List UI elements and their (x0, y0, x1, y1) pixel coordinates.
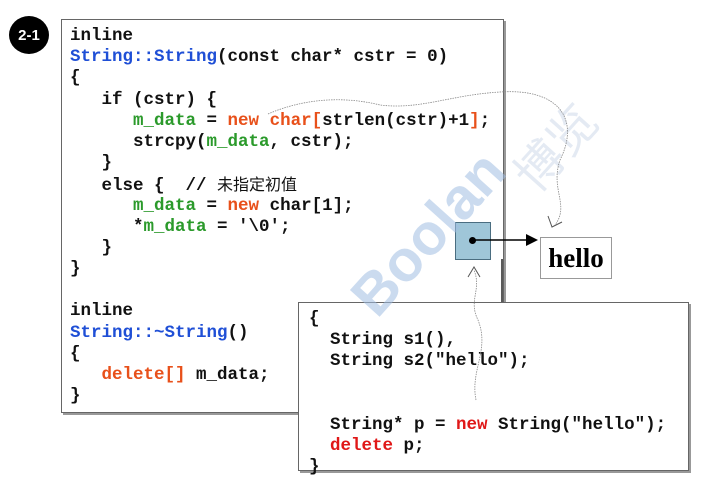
code-token: } (70, 386, 81, 407)
code-token: new (227, 110, 260, 131)
code-line: String s2("hello"); (309, 351, 666, 372)
code-token: m_data (143, 216, 207, 237)
code-token: String::String (70, 47, 218, 68)
code-token: strlen(cstr)+1 (322, 110, 470, 131)
code-token: ] (469, 110, 480, 131)
code-line: String s1(), (309, 330, 666, 351)
code-line: } (70, 259, 490, 280)
pointer-cell (455, 222, 491, 260)
code-token: if (cstr) { (70, 89, 218, 110)
code-token: String s2("hello"); (309, 351, 530, 372)
code-token: ; (479, 110, 491, 131)
code-line: strcpy(m_data, cstr); (70, 132, 490, 153)
pointer-dot (469, 237, 476, 244)
code-token: String::~String (70, 322, 228, 343)
code-token: String s1(), (309, 330, 457, 351)
code-token: String("hello"); (487, 414, 667, 435)
code-token: inline (70, 301, 134, 322)
code-line: inline (70, 26, 490, 47)
code-line: delete p; (309, 436, 666, 457)
code-token: m_data (206, 131, 270, 152)
code-line: if (cstr) { (70, 90, 490, 111)
code-line: m_data = new char[1]; (70, 196, 490, 217)
code-token: strcpy( (70, 131, 207, 152)
code-token: else { // (70, 176, 218, 197)
code-line: else { // 未指定初值 (70, 174, 490, 197)
code-token: * (70, 216, 144, 237)
code-line: { (70, 68, 490, 89)
code-line: { (309, 309, 666, 330)
code-token: inline (70, 26, 134, 46)
code-line: String::String(const char* cstr = 0) (70, 47, 490, 68)
code-token: { (70, 68, 81, 89)
code-token: String* p = (309, 414, 457, 435)
code-token: = (196, 195, 228, 216)
code-block: { String s1(), String s2("hello"); Strin… (309, 309, 666, 479)
code-token: m_data; (185, 365, 270, 385)
code-token: } (70, 237, 113, 258)
code-token: } (70, 153, 113, 174)
code-token: delete (330, 436, 394, 457)
code-token: { (309, 309, 320, 329)
code-line: *m_data = '\0'; (70, 217, 490, 238)
code-token: 未指定初值 (217, 175, 298, 195)
code-token: } (309, 457, 320, 478)
heap-string-box: hello (540, 237, 612, 279)
code-token: char[ (269, 110, 323, 131)
code-token: = '\0'; (206, 216, 291, 237)
slide-number-badge: 2-1 (9, 16, 49, 54)
code-token: p; (393, 436, 425, 457)
code-token: m_data (133, 110, 197, 131)
code-token: } (70, 259, 81, 280)
code-token: (const char* cstr = 0) (217, 47, 449, 68)
code-line: } (70, 238, 490, 259)
code-token: m_data (133, 195, 197, 216)
code-token: delete[] (101, 365, 186, 385)
curved-arrow-head (547, 215, 563, 228)
code-token: { (70, 343, 81, 364)
watermark-logo-cjk: 博览 (503, 93, 610, 203)
code-token: new (456, 414, 488, 435)
code-token: char[1]; (259, 195, 354, 216)
usage-code-box: { String s1(), String s2("hello"); Strin… (298, 302, 689, 477)
code-line: m_data = new char[strlen(cstr)+1]; (70, 111, 490, 132)
code-line: } (70, 153, 490, 174)
code-line: } (309, 457, 666, 478)
code-line: String* p = new String("hello"); (309, 415, 666, 436)
code-token: , cstr); (269, 131, 354, 152)
pointer-arrow-head (526, 234, 538, 246)
code-token: = (196, 110, 228, 131)
code-token: () (227, 322, 249, 343)
code-token: new (227, 195, 260, 216)
